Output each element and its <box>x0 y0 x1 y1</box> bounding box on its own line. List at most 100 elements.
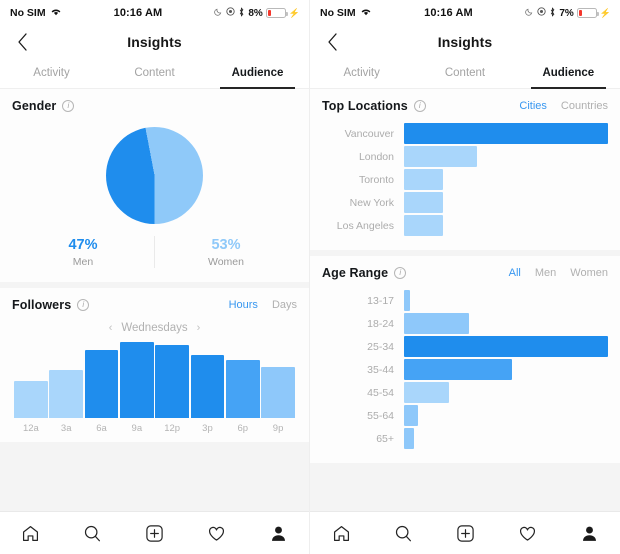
chart-row: London <box>322 146 608 167</box>
info-icon[interactable]: i <box>62 100 75 112</box>
segment-men[interactable]: Men <box>535 267 556 279</box>
content-spacer-right <box>310 469 620 511</box>
chart-row-bar <box>404 382 449 403</box>
segment-cities[interactable]: Cities <box>519 100 547 112</box>
age-segment-control: All Men Women <box>509 267 608 279</box>
search-icon[interactable] <box>372 524 434 543</box>
chart-row-bar <box>404 146 478 167</box>
chart-row: 35-44 <box>322 359 608 380</box>
audience-content-left: Gender i 47% Men 53% Women Followers i H… <box>0 89 309 511</box>
top-locations-header: Top Locations i Cities Countries <box>322 99 608 113</box>
women-percent: 53% <box>211 237 241 253</box>
moon-icon <box>214 7 223 19</box>
followers-segment-control: Hours Days <box>229 299 297 311</box>
heart-icon[interactable] <box>185 524 247 543</box>
tab-activity[interactable]: Activity <box>310 58 413 88</box>
chart-row: 45-54 <box>322 382 608 403</box>
chart-row-label: Toronto <box>358 173 394 186</box>
info-icon[interactable]: i <box>394 267 407 279</box>
clock-label: 10:16 AM <box>424 7 473 19</box>
chart-row-track <box>404 336 608 357</box>
battery-percent-label: 7% <box>559 7 574 19</box>
segment-all[interactable]: All <box>509 267 521 279</box>
chart-row-track <box>404 428 608 449</box>
chart-row-bar <box>404 123 608 144</box>
segment-countries[interactable]: Countries <box>561 100 608 112</box>
profile-icon[interactable] <box>247 524 309 543</box>
charging-bolt-icon: ⚡ <box>599 7 611 18</box>
chart-row: New York <box>322 192 608 213</box>
add-post-icon[interactable] <box>434 524 496 543</box>
chart-row: 65+ <box>322 428 608 449</box>
chart-row: Toronto <box>322 169 608 190</box>
chevron-left-icon[interactable]: ‹ <box>109 322 113 334</box>
chart-row-bar <box>404 290 411 311</box>
chart-row-bar <box>404 215 443 236</box>
bluetooth-icon <box>549 6 556 20</box>
chart-row: Vancouver <box>322 123 608 144</box>
tab-content[interactable]: Content <box>103 58 206 88</box>
followers-bar <box>261 367 295 418</box>
gender-pie-wrap <box>12 113 297 232</box>
battery-icon <box>576 8 599 18</box>
chart-row-track <box>404 382 608 403</box>
followers-card: Followers i Hours Days ‹ Wednesdays › 12… <box>0 287 309 442</box>
navigation-bar: Insights <box>310 26 620 58</box>
location-icon <box>226 7 235 19</box>
profile-icon[interactable] <box>558 524 620 543</box>
status-bar: No SIM 10:16 AM 7% ⚡ <box>310 0 620 26</box>
chart-row-track <box>404 123 608 144</box>
followers-bar <box>119 341 154 418</box>
age-range-bar-chart: 13-17 18-24 25-34 35-44 45-54 55-64 65+ <box>322 280 608 455</box>
age-range-header: Age Range i All Men Women <box>322 266 608 280</box>
moon-icon <box>525 7 534 19</box>
insights-tabs: Activity Content Audience <box>310 58 620 89</box>
segment-days[interactable]: Days <box>272 299 297 311</box>
tab-content[interactable]: Content <box>413 58 516 88</box>
day-selector: ‹ Wednesdays › <box>12 312 297 338</box>
status-left: No SIM <box>10 7 62 19</box>
info-icon[interactable]: i <box>77 298 90 311</box>
home-icon[interactable] <box>0 524 62 543</box>
search-icon[interactable] <box>62 524 124 543</box>
wifi-icon <box>360 7 372 19</box>
dual-screenshot: No SIM 10:16 AM 8% ⚡ Insights Activity C… <box>0 0 620 554</box>
bottom-tab-bar-right <box>310 511 620 554</box>
followers-bar <box>190 355 225 418</box>
top-locations-card: Top Locations i Cities Countries Vancouv… <box>310 89 620 250</box>
status-left: No SIM <box>320 7 372 19</box>
tab-activity[interactable]: Activity <box>0 58 103 88</box>
chart-row-bar <box>404 313 470 334</box>
chart-row-track <box>404 405 608 426</box>
chart-row-label: 13-17 <box>367 294 394 307</box>
chart-row-label: 35-44 <box>367 363 394 376</box>
gender-legend: 47% Men 53% Women <box>12 232 297 274</box>
followers-axis-labels: 12a 3a 6a 9a 12p 3p 6p 9p <box>12 418 297 434</box>
insights-tabs: Activity Content Audience <box>0 58 309 89</box>
women-label: Women <box>208 255 244 268</box>
segment-hours[interactable]: Hours <box>229 299 258 311</box>
followers-axis-label: 9p <box>272 422 284 434</box>
gender-pie-chart <box>106 127 203 224</box>
clock-label: 10:16 AM <box>113 7 163 19</box>
tab-audience[interactable]: Audience <box>206 58 309 89</box>
chevron-right-icon[interactable]: › <box>197 322 201 334</box>
age-range-title: Age Range <box>322 266 389 280</box>
audience-content-right: Top Locations i Cities Countries Vancouv… <box>310 89 620 511</box>
chart-row-label: 25-34 <box>367 340 394 353</box>
chart-row-bar <box>404 405 419 426</box>
chart-row-label: 65+ <box>376 432 394 445</box>
tab-audience[interactable]: Audience <box>517 58 620 89</box>
heart-icon[interactable] <box>496 524 558 543</box>
home-icon[interactable] <box>310 524 372 543</box>
carrier-label: No SIM <box>320 7 356 19</box>
gender-women-stat: 53% Women <box>154 236 297 268</box>
info-icon[interactable]: i <box>413 100 426 112</box>
chart-row: Los Angeles <box>322 215 608 236</box>
chart-row-track <box>404 359 608 380</box>
followers-bar <box>225 359 260 418</box>
segment-women[interactable]: Women <box>570 267 608 279</box>
add-post-icon[interactable] <box>124 524 186 543</box>
chart-row-bar <box>404 169 443 190</box>
chart-row-label: 45-54 <box>367 386 394 399</box>
